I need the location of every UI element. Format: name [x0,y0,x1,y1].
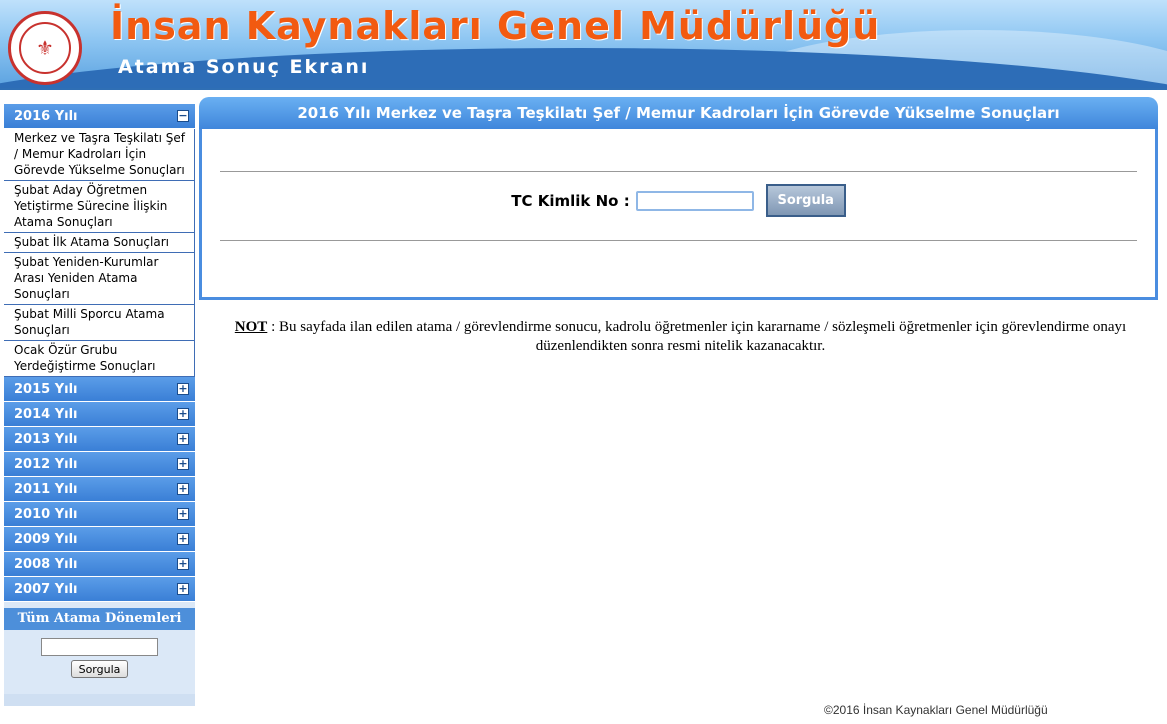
collapse-icon[interactable]: − [177,110,189,122]
tc-kimlik-input[interactable] [635,190,754,211]
year-label: 2008 Yılı [14,556,78,572]
sidebar-search: Sorgula [4,630,195,694]
tc-label: TC Kimlik No : [511,191,630,210]
expand-icon[interactable]: + [177,408,189,420]
notice-label: NOT [234,319,268,335]
sidebar-year-2016[interactable]: 2016 Yılı − [4,104,195,129]
panel-title: 2016 Yılı Merkez ve Taşra Teşkilatı Şef … [199,97,1158,129]
expand-icon[interactable]: + [177,533,189,545]
sidebar-subitem[interactable]: Şubat Yeniden-Kurumlar Arası Yeniden Ata… [4,253,195,305]
sidebar-year-2012[interactable]: 2012 Yılı + [4,452,195,477]
sidebar-subitem[interactable]: Şubat Milli Sporcu Atama Sonuçları [4,305,195,341]
sidebar-year-2011[interactable]: 2011 Yılı + [4,477,195,502]
year-label: 2007 Yılı [14,581,78,597]
sidebar-year-2008[interactable]: 2008 Yılı + [4,552,195,577]
site-header: ⚜ İnsan Kaynakları Genel Müdürlüğü Atama… [0,0,1167,90]
year-label: 2015 Yılı [14,381,78,397]
sidebar-year-2015[interactable]: 2015 Yılı + [4,377,195,402]
year-label: 2014 Yılı [14,406,78,422]
expand-icon[interactable]: + [177,383,189,395]
sidebar-subitem[interactable]: Ocak Özür Grubu Yerdeğiştirme Sonuçları [4,341,195,377]
year-label: 2013 Yılı [14,431,78,447]
year-label: 2016 Yılı [14,108,78,124]
sidebar-subitem[interactable]: Merkez ve Taşra Teşkilatı Şef / Memur Ka… [4,129,195,181]
logo-emblem-icon: ⚜ [19,22,71,74]
sidebar-footer-bar [4,694,195,706]
sidebar-subitem[interactable]: Şubat Aday Öğretmen Yetiştirme Sürecine … [4,181,195,233]
expand-icon[interactable]: + [177,558,189,570]
sidebar-year-2007[interactable]: 2007 Yılı + [4,577,195,602]
query-button[interactable]: Sorgula [765,184,846,217]
sidebar-search-button[interactable]: Sorgula [70,660,129,678]
expand-icon[interactable]: + [177,483,189,495]
footer-copyright: ©2016 İnsan Kaynakları Genel Müdürlüğü [824,703,1048,717]
ministry-logo[interactable]: ⚜ [8,11,82,85]
expand-icon[interactable]: + [177,433,189,445]
sidebar-year-2009[interactable]: 2009 Yılı + [4,527,195,552]
sidebar-subitem[interactable]: Şubat İlk Atama Sonuçları [4,233,195,253]
sidebar-year-2013[interactable]: 2013 Yılı + [4,427,195,452]
divider [220,240,1137,241]
sidebar-search-input[interactable] [41,638,158,656]
expand-icon[interactable]: + [177,583,189,595]
expand-icon[interactable]: + [177,508,189,520]
year-label: 2011 Yılı [14,481,78,497]
site-subtitle: Atama Sonuç Ekranı [118,56,370,78]
year-label: 2009 Yılı [14,531,78,547]
tc-query-form: TC Kimlik No : Sorgula [202,184,1155,217]
notice-body: : Bu sayfada ilan edilen atama / görevle… [267,319,1127,354]
site-title: İnsan Kaynakları Genel Müdürlüğü [110,4,881,48]
divider [220,171,1137,172]
sidebar-year-2014[interactable]: 2014 Yılı + [4,402,195,427]
expand-icon[interactable]: + [177,458,189,470]
all-periods-heading: Tüm Atama Dönemleri [4,608,195,630]
result-query-panel: 2016 Yılı Merkez ve Taşra Teşkilatı Şef … [199,97,1158,300]
sidebar: 2016 Yılı − Merkez ve Taşra Teşkilatı Şe… [4,104,195,706]
year-label: 2012 Yılı [14,456,78,472]
sidebar-year-2010[interactable]: 2010 Yılı + [4,502,195,527]
year-label: 2010 Yılı [14,506,78,522]
notice-text: NOT : Bu sayfada ilan edilen atama / gör… [203,318,1158,356]
